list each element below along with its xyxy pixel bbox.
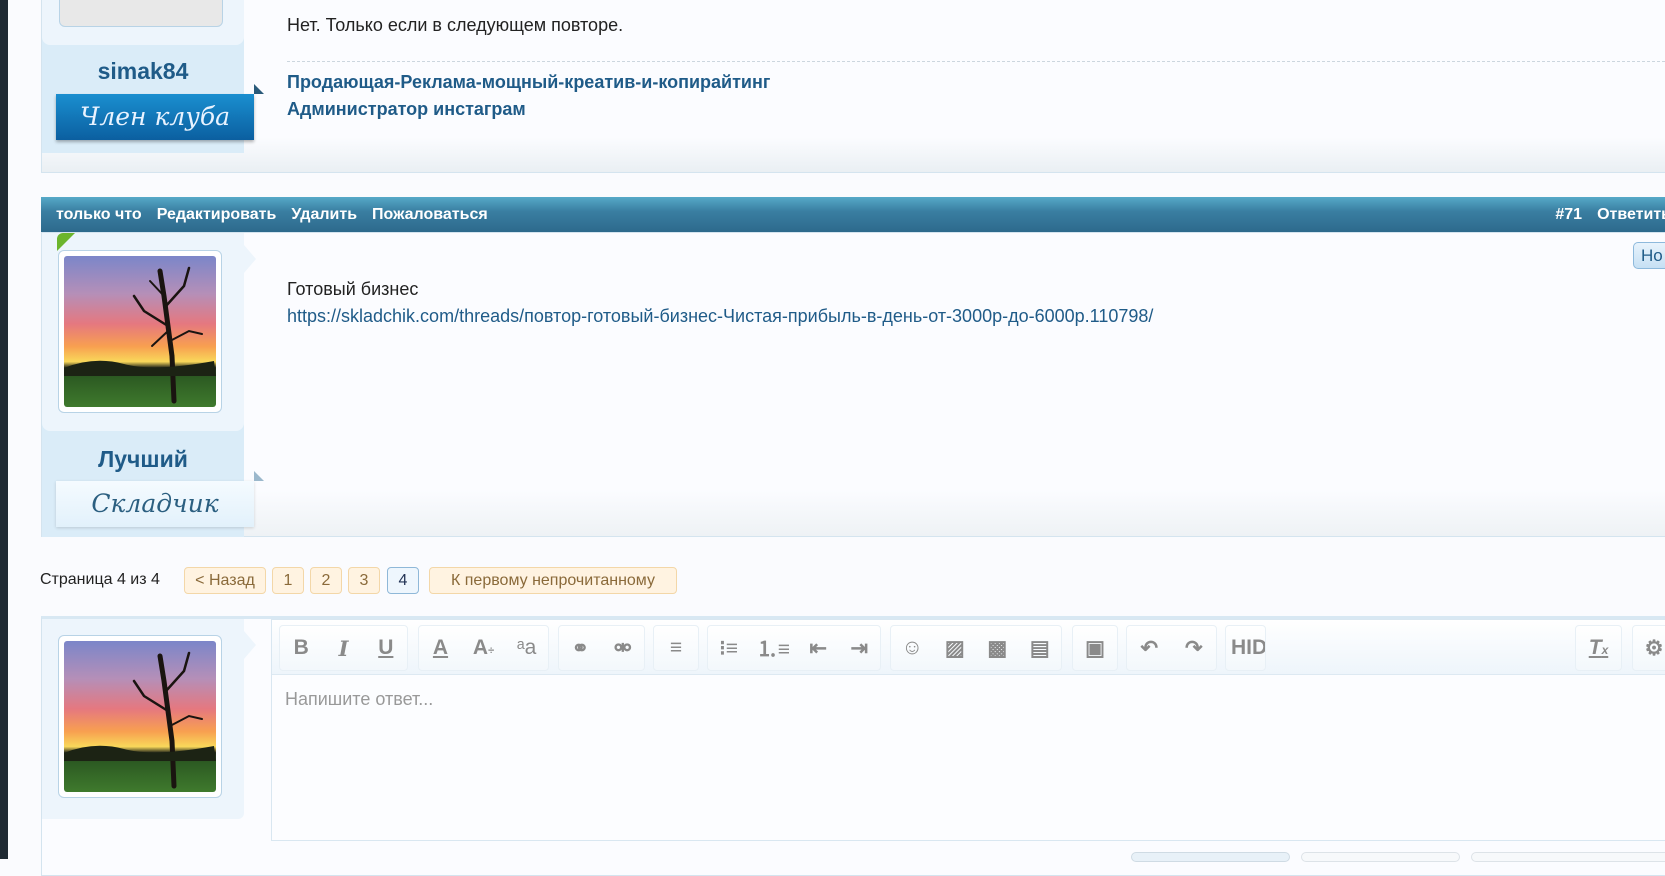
bold-icon[interactable]: B	[288, 636, 314, 660]
post-link[interactable]: https://skladchik.com/threads/повтор-гот…	[287, 306, 1153, 327]
report-link[interactable]: Пожаловаться	[372, 206, 488, 223]
source-toggle-icon[interactable]: ⚙	[1641, 636, 1665, 661]
smiley-icon[interactable]: ☺	[899, 636, 925, 660]
outdent-icon[interactable]: ⇤	[805, 636, 831, 661]
post-luchshiy: Лучший Складчик Но Готовый бизнес https:…	[41, 232, 1665, 537]
avatar[interactable]	[59, 0, 223, 27]
username[interactable]: simak84	[42, 58, 244, 85]
user-title-badge: Член клуба	[56, 84, 264, 140]
font-family-icon[interactable]: ᵃa	[514, 636, 540, 660]
font-color-icon[interactable]: A	[428, 636, 454, 660]
hide-button[interactable]: HIDE	[1231, 636, 1265, 660]
new-badge-button[interactable]: Но	[1633, 242, 1665, 269]
window-edge	[0, 0, 8, 859]
username[interactable]: Лучший	[42, 446, 244, 473]
delete-link[interactable]: Удалить	[291, 206, 357, 223]
editor-action-button[interactable]	[1471, 852, 1665, 862]
media-icon[interactable]: ▩	[984, 636, 1010, 661]
badge-text: Член клуба	[80, 102, 230, 131]
user-title-badge: Складчик	[56, 471, 264, 527]
avatar-image	[64, 651, 216, 789]
post-number[interactable]: #71	[1555, 206, 1582, 223]
prev-page-button[interactable]: < Назад	[184, 567, 266, 594]
remove-format-icon[interactable]: Tx	[1586, 636, 1612, 660]
redo-icon[interactable]: ↷	[1181, 636, 1207, 661]
page-1[interactable]: 1	[272, 567, 304, 594]
avatar	[58, 635, 222, 798]
user-sidebar: Лучший Складчик	[42, 233, 264, 537]
post-simak84: simak84 Член клуба Нет. Только если в сл…	[41, 0, 1665, 173]
template-icon[interactable]: ▤	[1027, 636, 1053, 661]
image-icon[interactable]: ▨	[942, 636, 968, 661]
first-unread-button[interactable]: К первому непрочитанному	[429, 567, 677, 594]
editor-action-button[interactable]	[1301, 852, 1460, 862]
user-sidebar	[42, 619, 256, 819]
page-4-current[interactable]: 4	[387, 567, 419, 594]
undo-icon[interactable]: ↶	[1136, 636, 1162, 661]
post-time[interactable]: только что	[56, 206, 142, 223]
numbered-list-icon[interactable]: ⒈≡	[757, 633, 790, 663]
link-icon[interactable]: ⚭	[567, 636, 593, 661]
online-indicator	[57, 233, 75, 251]
underline-icon[interactable]: U	[373, 636, 399, 660]
avatar-image	[64, 266, 216, 404]
signature-divider	[287, 61, 1665, 62]
bullet-list-icon[interactable]: ⁝≡	[716, 636, 742, 661]
italic-icon[interactable]: I	[330, 636, 356, 661]
reply-link[interactable]: Ответить	[1597, 206, 1665, 223]
post-header-bar: только что Редактировать Удалить Пожаловать…	[41, 197, 1665, 232]
user-sidebar: simak84 Член клуба	[42, 0, 264, 153]
post-message: Нет. Только если в следующем повторе.	[287, 15, 624, 35]
editor-action-button[interactable]	[1131, 852, 1290, 862]
reply-textarea[interactable]: Напишите ответ...	[285, 689, 433, 710]
signature-link[interactable]: Продающая-Реклама-мощный-креатив-и-копир…	[287, 72, 770, 93]
indent-icon[interactable]: ⇥	[846, 636, 872, 661]
page-2[interactable]: 2	[310, 567, 342, 594]
save-draft-icon[interactable]: ▣	[1082, 636, 1108, 661]
badge-text: Складчик	[91, 489, 219, 518]
page-label: Страница 4 из 4	[40, 571, 160, 588]
page-3[interactable]: 3	[348, 567, 380, 594]
avatar[interactable]	[58, 250, 222, 413]
font-size-icon[interactable]: A÷	[471, 636, 497, 660]
unlink-icon[interactable]: ⚮	[610, 636, 636, 661]
post-message: Готовый бизнес	[287, 279, 419, 299]
edit-link[interactable]: Редактировать	[157, 206, 277, 223]
signature-link[interactable]: Администратор инстаграм	[287, 99, 526, 120]
align-icon[interactable]: ≡	[663, 636, 689, 660]
